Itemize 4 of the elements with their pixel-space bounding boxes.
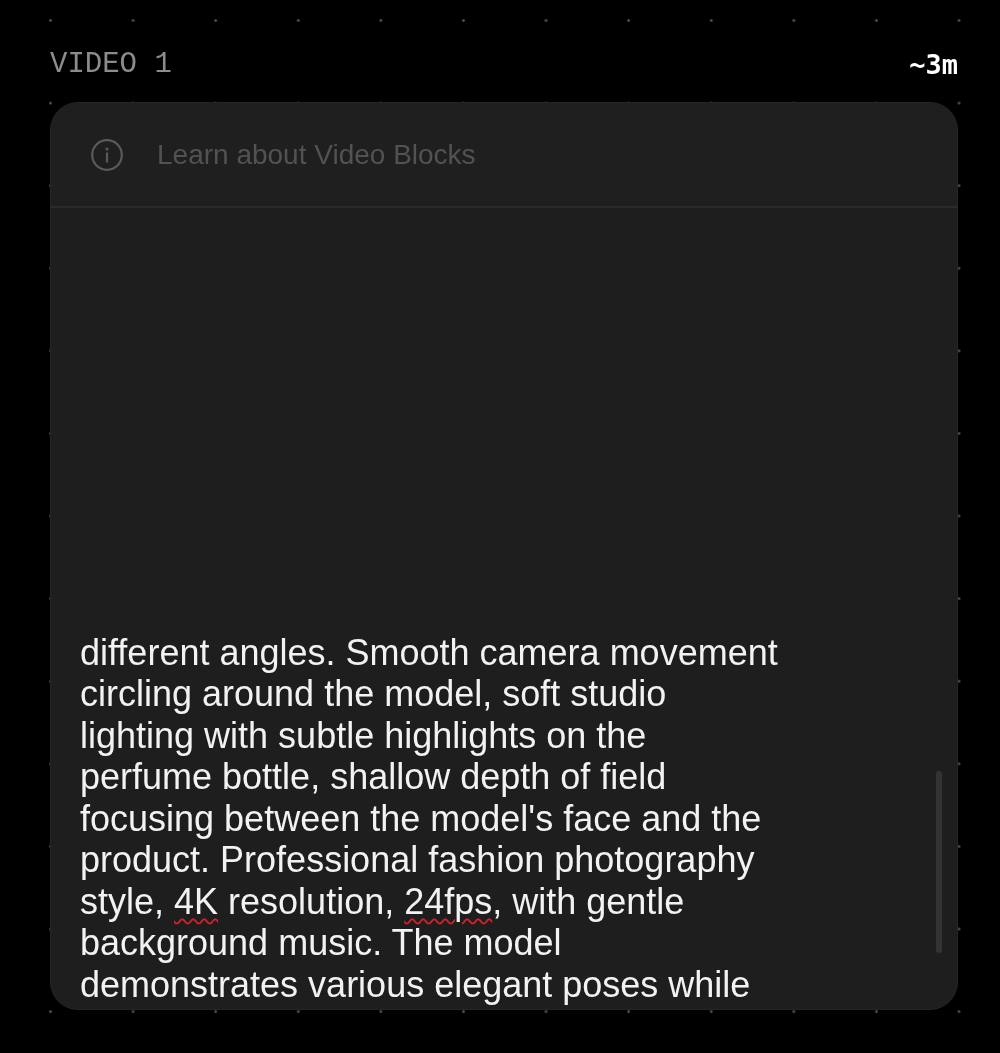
info-icon [91, 138, 123, 171]
prompt-field[interactable]: different angles. Smooth camera movement circling around the model, soft studio lighting with subtle highlights on the perfume bottle, shallow depth of field focusing between the model's face and the product. Professional fashion photography style, 4K resolution, 24fps, with gentle background music. The model demonstrates various elegant poses while [51, 208, 957, 1009]
section-label: VIDEO 1 [50, 49, 172, 79]
duration-text: ~3m [909, 50, 958, 78]
